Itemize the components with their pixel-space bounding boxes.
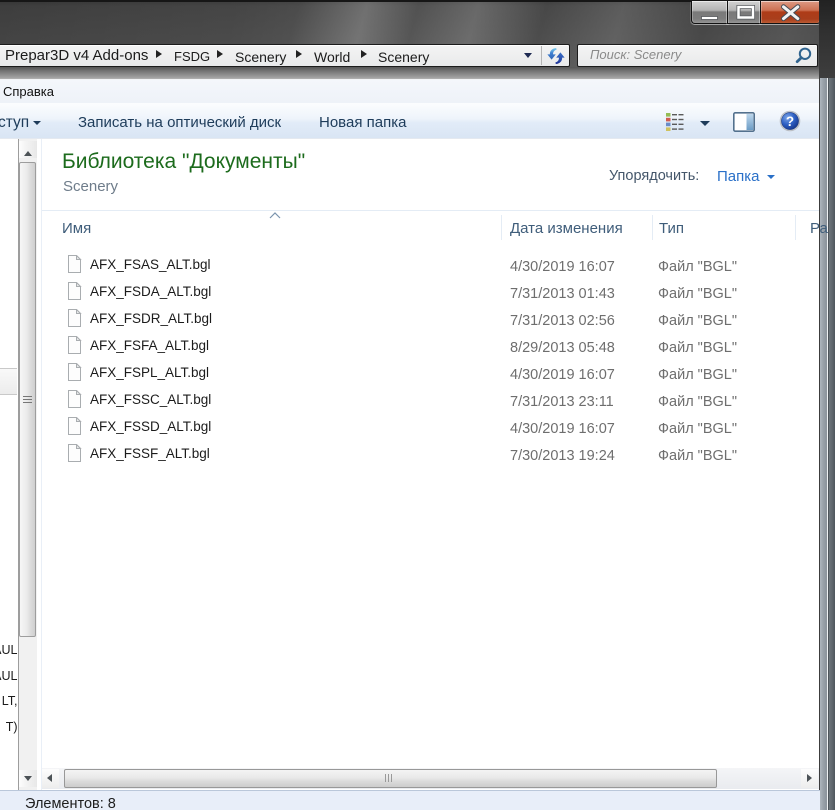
svg-text:?: ? [786, 114, 794, 129]
